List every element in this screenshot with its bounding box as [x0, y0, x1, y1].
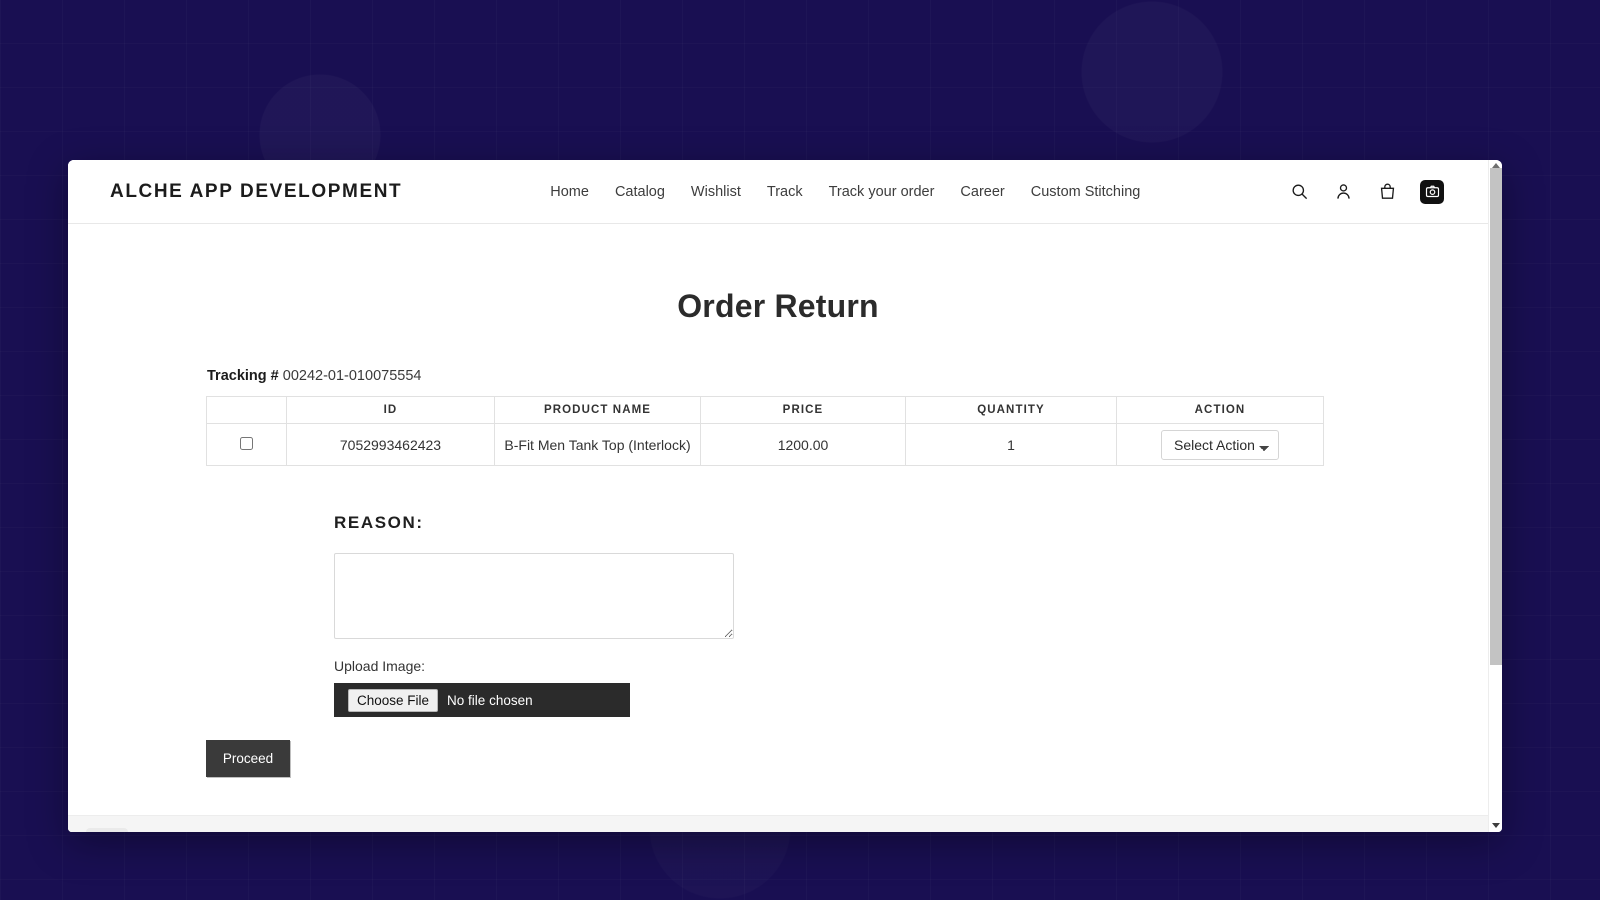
column-header-price: PRICE: [700, 396, 906, 424]
cart-icon[interactable]: [1376, 181, 1398, 203]
nav-item-track-your-order[interactable]: Track your order: [829, 184, 935, 200]
cell-id: 7052993462423: [286, 423, 495, 466]
column-header-product-name: PRODUCT NAME: [494, 396, 701, 424]
reason-textarea[interactable]: [334, 553, 734, 639]
tracking-label: Tracking #: [207, 368, 279, 384]
site-header: ALCHE APP DEVELOPMENT Home Catalog Wishl…: [68, 160, 1488, 224]
column-header-select: [206, 396, 287, 424]
tracking-line: Tracking # 00242-01-010075554: [207, 368, 1488, 384]
table-header-row: ID PRODUCT NAME PRICE QUANTITY ACTION: [206, 396, 1324, 424]
upload-image-label: Upload Image:: [334, 658, 426, 674]
account-icon[interactable]: [1332, 181, 1354, 203]
nav-item-wishlist[interactable]: Wishlist: [691, 184, 741, 200]
nav-item-custom-stitching[interactable]: Custom Stitching: [1031, 184, 1141, 200]
page-title: Order Return: [677, 288, 879, 324]
row-select-checkbox[interactable]: [240, 436, 253, 450]
cell-price: 1200.00: [700, 423, 906, 466]
nav-item-career[interactable]: Career: [960, 184, 1004, 200]
return-items-table: ID PRODUCT NAME PRICE QUANTITY ACTION 70…: [206, 396, 1324, 466]
table-head: ID PRODUCT NAME PRICE QUANTITY ACTION: [206, 396, 1324, 424]
choose-file-button[interactable]: Choose File: [348, 688, 439, 712]
reason-section: REASON: Upload Image: Choose File No fil…: [334, 513, 1488, 717]
cell-select: [206, 423, 287, 466]
file-input-row[interactable]: Choose File No file chosen: [334, 683, 630, 717]
action-select[interactable]: Select Action: [1161, 429, 1279, 460]
cell-product-name: B-Fit Men Tank Top (Interlock): [494, 423, 701, 466]
footer-logo: [86, 828, 128, 832]
proceed-button[interactable]: Proceed: [206, 740, 290, 777]
page-content: Order Return Tracking # 00242-01-0100755…: [68, 288, 1488, 832]
file-status-text: No file chosen: [447, 692, 533, 708]
cell-quantity: 1: [905, 423, 1117, 466]
search-icon[interactable]: [1288, 181, 1310, 203]
browser-window: ALCHE APP DEVELOPMENT Home Catalog Wishl…: [68, 160, 1502, 832]
column-header-action: ACTION: [1116, 396, 1324, 424]
column-header-quantity: QUANTITY: [905, 396, 1117, 424]
cell-action: Select Action: [1116, 423, 1324, 466]
tracking-number: 00242-01-010075554: [282, 368, 422, 384]
nav-item-home[interactable]: Home: [550, 184, 589, 200]
table-body: 7052993462423 B-Fit Men Tank Top (Interl…: [206, 423, 1324, 466]
nav-item-track[interactable]: Track: [767, 184, 803, 200]
camera-icon[interactable]: [1420, 179, 1444, 204]
brand-logo[interactable]: ALCHE APP DEVELOPMENT: [110, 181, 402, 203]
main-navigation: Home Catalog Wishlist Track Track your o…: [550, 184, 1140, 200]
browser-viewport: ALCHE APP DEVELOPMENT Home Catalog Wishl…: [68, 160, 1488, 832]
vertical-scrollbar[interactable]: [1488, 160, 1502, 832]
scrollbar-thumb[interactable]: [1490, 168, 1502, 665]
return-items-table-wrapper: ID PRODUCT NAME PRICE QUANTITY ACTION 70…: [206, 396, 1324, 466]
column-header-id: ID: [286, 396, 495, 424]
nav-item-catalog[interactable]: Catalog: [615, 184, 665, 200]
scroll-down-arrow-icon[interactable]: [1492, 823, 1500, 828]
site-footer: Quick links Newsletter: [68, 815, 1488, 832]
header-icon-group: [1288, 179, 1444, 204]
table-row: 7052993462423 B-Fit Men Tank Top (Interl…: [206, 423, 1324, 466]
reason-label: REASON:: [334, 513, 424, 532]
